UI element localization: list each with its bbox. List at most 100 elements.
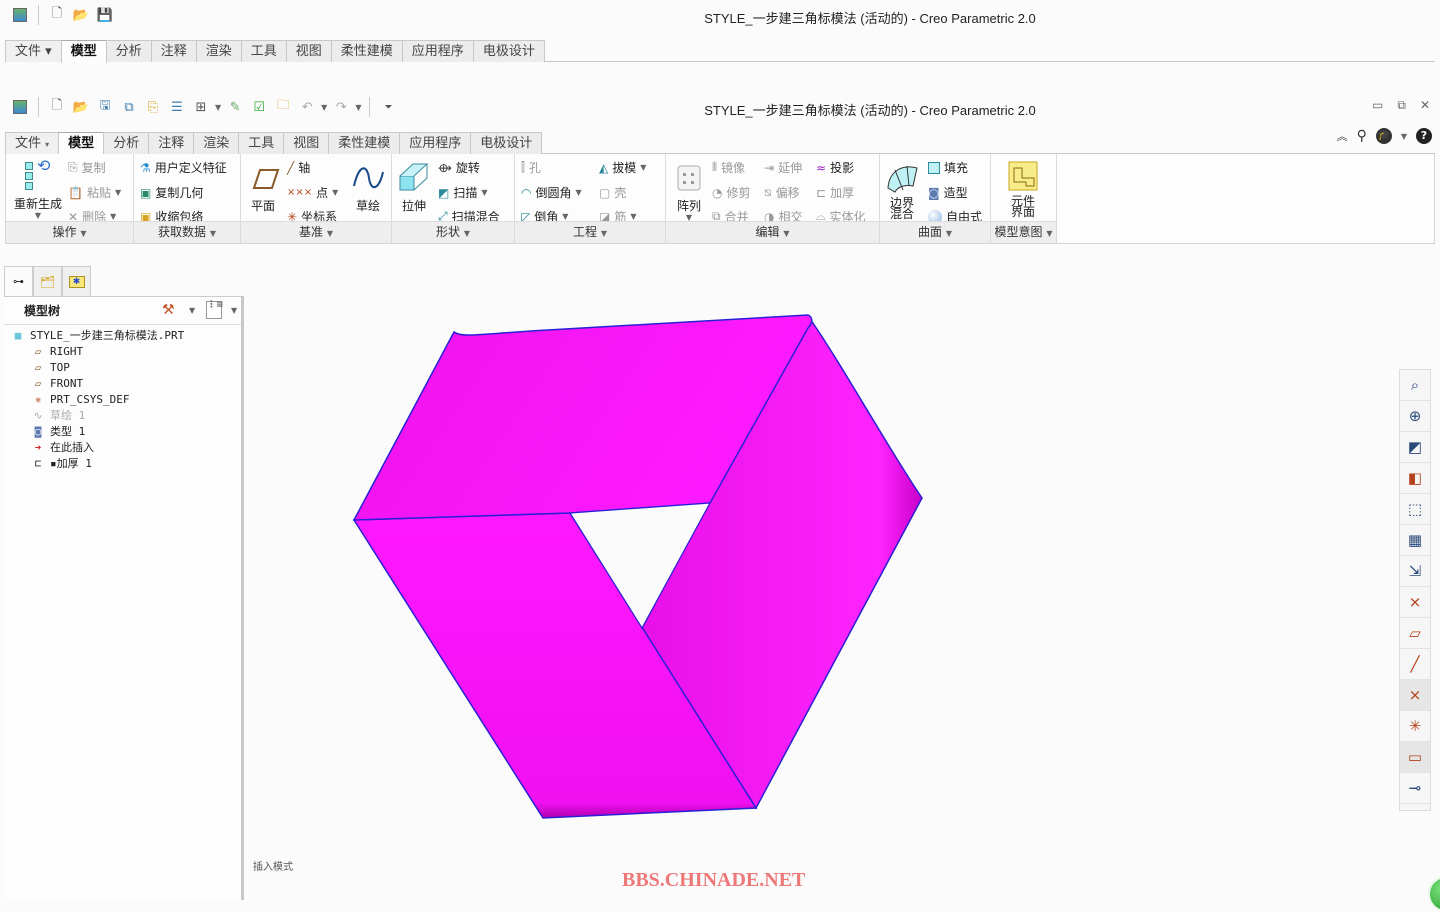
mirror-button[interactable]: ⫴ 镜像 [712, 159, 745, 176]
tab-flexible-modeling[interactable]: 柔性建模 [328, 132, 401, 154]
plane-button[interactable]: 平面 [247, 162, 280, 212]
axis-button[interactable]: ╱ 轴 [287, 159, 310, 176]
tab-view[interactable]: 视图 [283, 132, 330, 154]
ghost-tab-apps[interactable]: 应用程序 [401, 40, 474, 62]
udf-button[interactable]: ⚗ 用户定义特征 [140, 159, 227, 176]
view-manager-button[interactable]: ▦ [1400, 525, 1430, 556]
offset-button[interactable]: ⧅ 偏移 [764, 184, 800, 201]
group-surfaces-label[interactable]: 曲面 ▼ [880, 221, 990, 243]
graphics-area[interactable] [248, 258, 1398, 858]
datum-display-button[interactable]: ⨯ [1400, 587, 1430, 618]
sketch-button[interactable]: 草绘 [351, 162, 385, 212]
tab-render[interactable]: 渲染 [193, 132, 240, 154]
revolve-button[interactable]: ⟴ 旋转 [438, 159, 480, 176]
point-display-button[interactable]: × [1400, 680, 1430, 711]
perspective-icon: ⇲ [1408, 562, 1422, 580]
tab-electrode-design[interactable]: 电极设计 [470, 132, 543, 154]
ghost-tab-view[interactable]: 视图 [285, 40, 332, 62]
copy-geometry-button[interactable]: ▣ 复制几何 [140, 184, 203, 201]
paste-button[interactable]: 📋 粘贴 ▼ [68, 184, 121, 201]
tree-item-label: 类型 1 [50, 425, 86, 438]
tab-model-tree[interactable]: ⊶ [4, 266, 33, 296]
tab-applications[interactable]: 应用程序 [399, 132, 472, 154]
group-shapes-label[interactable]: 形状 ▼ [392, 221, 514, 243]
perspective-button[interactable]: ⇲ [1400, 556, 1430, 587]
settings-icon[interactable]: ⚒ [162, 302, 175, 318]
fill-button[interactable]: 填充 [928, 159, 968, 176]
copy-button[interactable]: ⎘ 复制 [68, 159, 106, 176]
tab-favorites[interactable]: ✱ [62, 266, 91, 296]
ghost-tab-analysis[interactable]: 分析 [105, 40, 152, 62]
tab-folder-browser[interactable]: 🗂 [33, 266, 62, 296]
annotation-display-button[interactable]: ▭ [1400, 742, 1430, 773]
ghost-tab-model[interactable]: 模型 [60, 40, 107, 63]
group-operations-label[interactable]: 操作 ▼ [6, 221, 133, 243]
extrude-button[interactable]: 拉伸 [398, 162, 430, 212]
axis-display-button[interactable]: ╱ [1400, 649, 1430, 680]
project-button[interactable]: ≈ 投影 [816, 159, 854, 176]
spin-center-icon: ⊸ [1408, 779, 1422, 797]
draft-button[interactable]: ◭ 拔模 ▼ [599, 159, 646, 176]
tree-item[interactable]: ∿ 草绘 1 [4, 407, 241, 423]
model-view[interactable] [248, 258, 1398, 858]
tab-file[interactable]: 文件 ▾ [5, 132, 60, 154]
settings-dropdown-icon[interactable]: ▼ [189, 306, 195, 315]
ghost-tab-electrode[interactable]: 电极设计 [472, 40, 545, 62]
group-surfaces: 边界混合 填充 ◙ 造型 自由式 曲面 ▼ [880, 154, 991, 243]
point-button[interactable]: ××× 点 ▼ [287, 184, 338, 201]
status-indicator-icon[interactable] [1428, 876, 1440, 912]
group-engineering-label[interactable]: 工程 ▼ [515, 221, 665, 243]
minimize-icon[interactable]: ▭ [1372, 98, 1383, 113]
zoom-in-button[interactable]: ⊕ [1400, 401, 1430, 432]
tree-item[interactable]: ⊏ ▪加厚 1 [4, 455, 241, 471]
tab-analysis[interactable]: 分析 [103, 132, 150, 154]
tree-item[interactable]: ✳ PRT_CSYS_DEF [4, 391, 241, 407]
close-icon[interactable]: ✕ [1420, 98, 1430, 113]
saved-views-button[interactable]: ⬚ [1400, 494, 1430, 525]
tree-item[interactable]: ◙ 类型 1 [4, 423, 241, 439]
tab-tools[interactable]: 工具 [238, 132, 285, 154]
ghost-tab-render[interactable]: 渲染 [195, 40, 242, 62]
tree-item[interactable]: ➔ 在此插入 [4, 439, 241, 455]
csys-display-button[interactable]: ✳ [1400, 711, 1430, 742]
tree-item[interactable]: ▱ TOP [4, 359, 241, 375]
component-interface-button[interactable]: 元件界面 [1003, 160, 1043, 218]
tree-item[interactable]: ▱ RIGHT [4, 343, 241, 359]
restore-icon[interactable]: ⧉ [1397, 98, 1406, 113]
ghost-tab-annotate[interactable]: 注释 [150, 40, 197, 62]
sweep-button[interactable]: ◩ 扫描 ▼ [438, 184, 488, 201]
trim-button[interactable]: ◔ 修剪 [712, 184, 751, 201]
insert-arrow-icon: ➔ [34, 440, 42, 454]
pattern-button[interactable]: 阵列 ▼ [672, 162, 706, 224]
show-dropdown-icon[interactable]: ▼ [231, 306, 237, 315]
spin-center-button[interactable]: ⊸ [1400, 773, 1430, 804]
show-icon[interactable]: ⋮≡ [206, 301, 224, 319]
group-datum-label[interactable]: 基准 ▼ [241, 221, 391, 243]
style-button[interactable]: ◙ 造型 [928, 184, 968, 201]
tree-item[interactable]: ■ STYLE_一步建三角标模法.PRT [4, 327, 241, 343]
tree-item[interactable]: ▱ FRONT [4, 375, 241, 391]
tab-model[interactable]: 模型 [58, 132, 105, 155]
group-get-data-label[interactable]: 获取数据 ▼ [134, 221, 240, 243]
group-editing-label[interactable]: 编辑 ▼ [666, 221, 879, 243]
thicken-button[interactable]: ⊏ 加厚 [816, 184, 854, 201]
ghost-tab-tools[interactable]: 工具 [240, 40, 287, 62]
regenerate-button[interactable]: ⟲ 重新生成 ▼ [10, 158, 66, 222]
ghost-tab-file[interactable]: 文件 ▾ [5, 40, 62, 62]
plane-display-button[interactable]: ▱ [1400, 618, 1430, 649]
round-button[interactable]: ◠ 倒圆角 ▼ [521, 184, 582, 201]
extend-button[interactable]: ⇥ 延伸 [764, 159, 802, 176]
group-model-intent-label[interactable]: 模型意图 ▼ [991, 221, 1056, 243]
hole-button[interactable]: ⫿ 孔 [521, 159, 541, 176]
group-datum: 平面 ╱ 轴 ××× 点 ▼ ✳ 坐标系 草绘 基准 ▼ [241, 154, 392, 243]
csys-display-icon: ✳ [1408, 717, 1422, 735]
tab-annotate[interactable]: 注释 [148, 132, 195, 154]
style-icon: ◙ [928, 185, 940, 200]
shell-button[interactable]: ▢ 壳 [599, 184, 626, 201]
refit-button[interactable]: ⌕ [1400, 370, 1430, 401]
ghost-tab-flexible[interactable]: 柔性建模 [330, 40, 403, 62]
repaint-button[interactable]: ◩ [1400, 432, 1430, 463]
boundary-blend-button[interactable]: 边界混合 [884, 162, 920, 220]
display-style-button[interactable]: ◧ [1400, 463, 1430, 494]
sweep-icon: ◩ [438, 185, 450, 200]
